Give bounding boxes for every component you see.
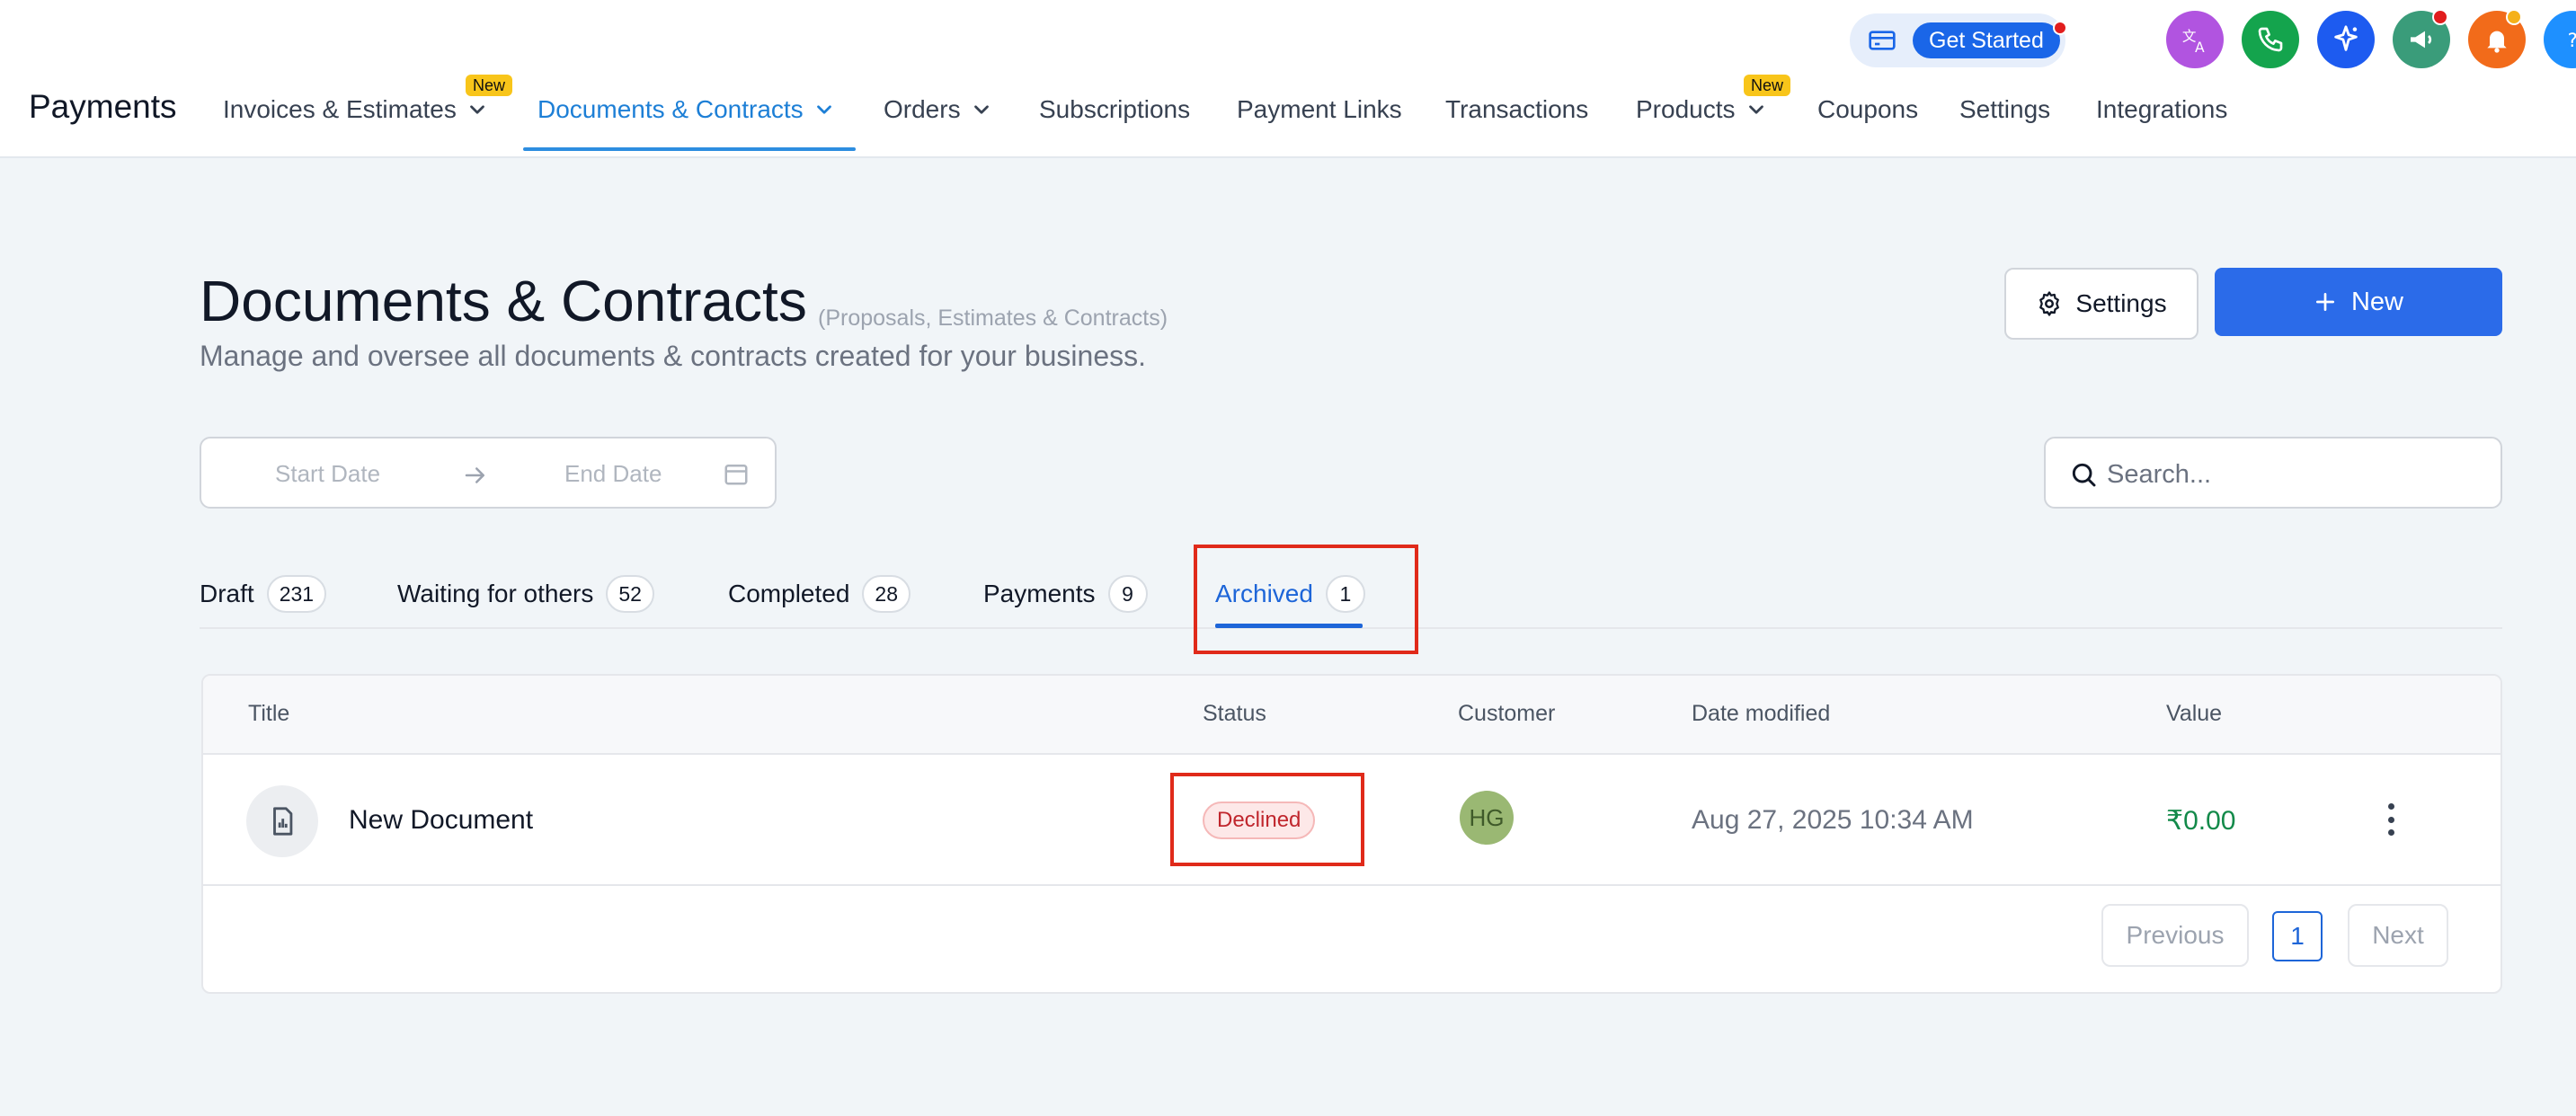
column-date-modified[interactable]: Date modified	[1692, 701, 1830, 727]
customer-avatar: HG	[1460, 791, 1514, 845]
table-header: Title Status Customer Date modified Valu…	[203, 676, 2500, 755]
new-badge: New	[466, 75, 513, 96]
arrow-right-icon	[465, 467, 484, 483]
end-date-field[interactable]: End Date	[564, 460, 662, 488]
help-icon: ?	[2568, 30, 2576, 52]
active-nav-underline	[523, 147, 856, 151]
nav-coupons[interactable]: Coupons	[1817, 95, 1918, 124]
tab-payments[interactable]: Payments 9	[983, 575, 1148, 613]
chevron-down-icon	[470, 105, 484, 114]
tab-waiting-for-others[interactable]: Waiting for others 52	[397, 575, 654, 613]
chevron-down-icon	[816, 105, 831, 114]
document-chart-icon	[246, 785, 318, 857]
document-value: ₹0.00	[2166, 806, 2236, 836]
ai-assistant-button[interactable]	[2317, 11, 2375, 68]
nav-products[interactable]: Products	[1636, 95, 1768, 124]
svg-text:A: A	[2195, 40, 2205, 55]
nav-invoices-estimates[interactable]: Invoices & Estimates	[223, 95, 489, 124]
top-navigation-bar: Payments Invoices & Estimates New Docume…	[0, 0, 2576, 158]
column-title[interactable]: Title	[248, 701, 289, 727]
column-status[interactable]: Status	[1203, 701, 1266, 727]
tab-draft[interactable]: Draft 231	[200, 575, 327, 613]
column-customer[interactable]: Customer	[1458, 701, 1555, 727]
tab-count: 9	[1107, 575, 1148, 613]
more-options-icon[interactable]	[2378, 800, 2403, 839]
nav-documents-contracts[interactable]: Documents & Contracts	[537, 95, 836, 124]
translate-icon: 文A	[2182, 28, 2205, 55]
notification-dot	[2432, 9, 2448, 25]
help-button[interactable]: ?	[2544, 11, 2576, 68]
gear-icon	[2039, 291, 2060, 316]
highlight-box-archived	[1194, 545, 1418, 654]
brand-title: Payments	[29, 88, 177, 125]
nav-payment-links[interactable]: Payment Links	[1237, 95, 1402, 124]
page-number-button[interactable]: 1	[2272, 911, 2323, 961]
start-date-field[interactable]: Start Date	[275, 460, 380, 488]
next-page-button[interactable]: Next	[2348, 904, 2448, 967]
megaphone-icon	[2411, 31, 2432, 49]
phone-icon	[2258, 27, 2283, 52]
svg-text:?: ?	[2568, 30, 2576, 52]
nav-transactions[interactable]: Transactions	[1445, 95, 1588, 124]
notification-dot	[2506, 9, 2522, 25]
nav-subscriptions[interactable]: Subscriptions	[1039, 95, 1190, 124]
tab-count: 231	[266, 575, 327, 613]
search-input[interactable]: Search...	[2044, 437, 2502, 509]
nav-settings[interactable]: Settings	[1959, 95, 2050, 124]
notification-dot	[2053, 21, 2067, 35]
new-badge: New	[1744, 75, 1791, 96]
new-document-button[interactable]: New	[2215, 268, 2502, 336]
chevron-down-icon	[1748, 105, 1763, 114]
search-placeholder: Search...	[2107, 460, 2212, 489]
tab-count: 52	[606, 575, 654, 613]
page-description: Manage and oversee all documents & contr…	[200, 340, 1147, 372]
column-value[interactable]: Value	[2166, 701, 2222, 727]
previous-page-button[interactable]: Previous	[2101, 904, 2249, 967]
chevron-down-icon	[973, 105, 989, 114]
bell-icon	[2487, 31, 2507, 53]
page-subtitle: (Proposals, Estimates & Contracts)	[818, 306, 1168, 331]
get-started-widget[interactable]: Get Started	[1850, 13, 2067, 67]
card-icon	[1869, 31, 1896, 50]
date-modified: Aug 27, 2025 10:34 AM	[1692, 805, 1974, 835]
tab-count: 28	[862, 575, 910, 613]
phone-button[interactable]	[2242, 11, 2299, 68]
tab-completed[interactable]: Completed 28	[728, 575, 910, 613]
page-title: Documents & Contracts	[200, 269, 807, 333]
highlight-box-status	[1170, 773, 1364, 866]
get-started-button[interactable]: Get Started	[1913, 22, 2060, 58]
nav-integrations[interactable]: Integrations	[2096, 95, 2227, 124]
plus-icon	[2315, 292, 2335, 312]
translate-button[interactable]: 文A	[2166, 11, 2224, 68]
document-title[interactable]: New Document	[349, 805, 533, 836]
ai-sparkle-icon	[2334, 25, 2358, 51]
nav-orders[interactable]: Orders	[884, 95, 993, 124]
settings-button[interactable]: Settings	[2004, 268, 2198, 340]
calendar-icon	[724, 465, 748, 485]
date-range-picker[interactable]: Start Date End Date	[200, 437, 777, 509]
search-icon	[2072, 463, 2096, 487]
